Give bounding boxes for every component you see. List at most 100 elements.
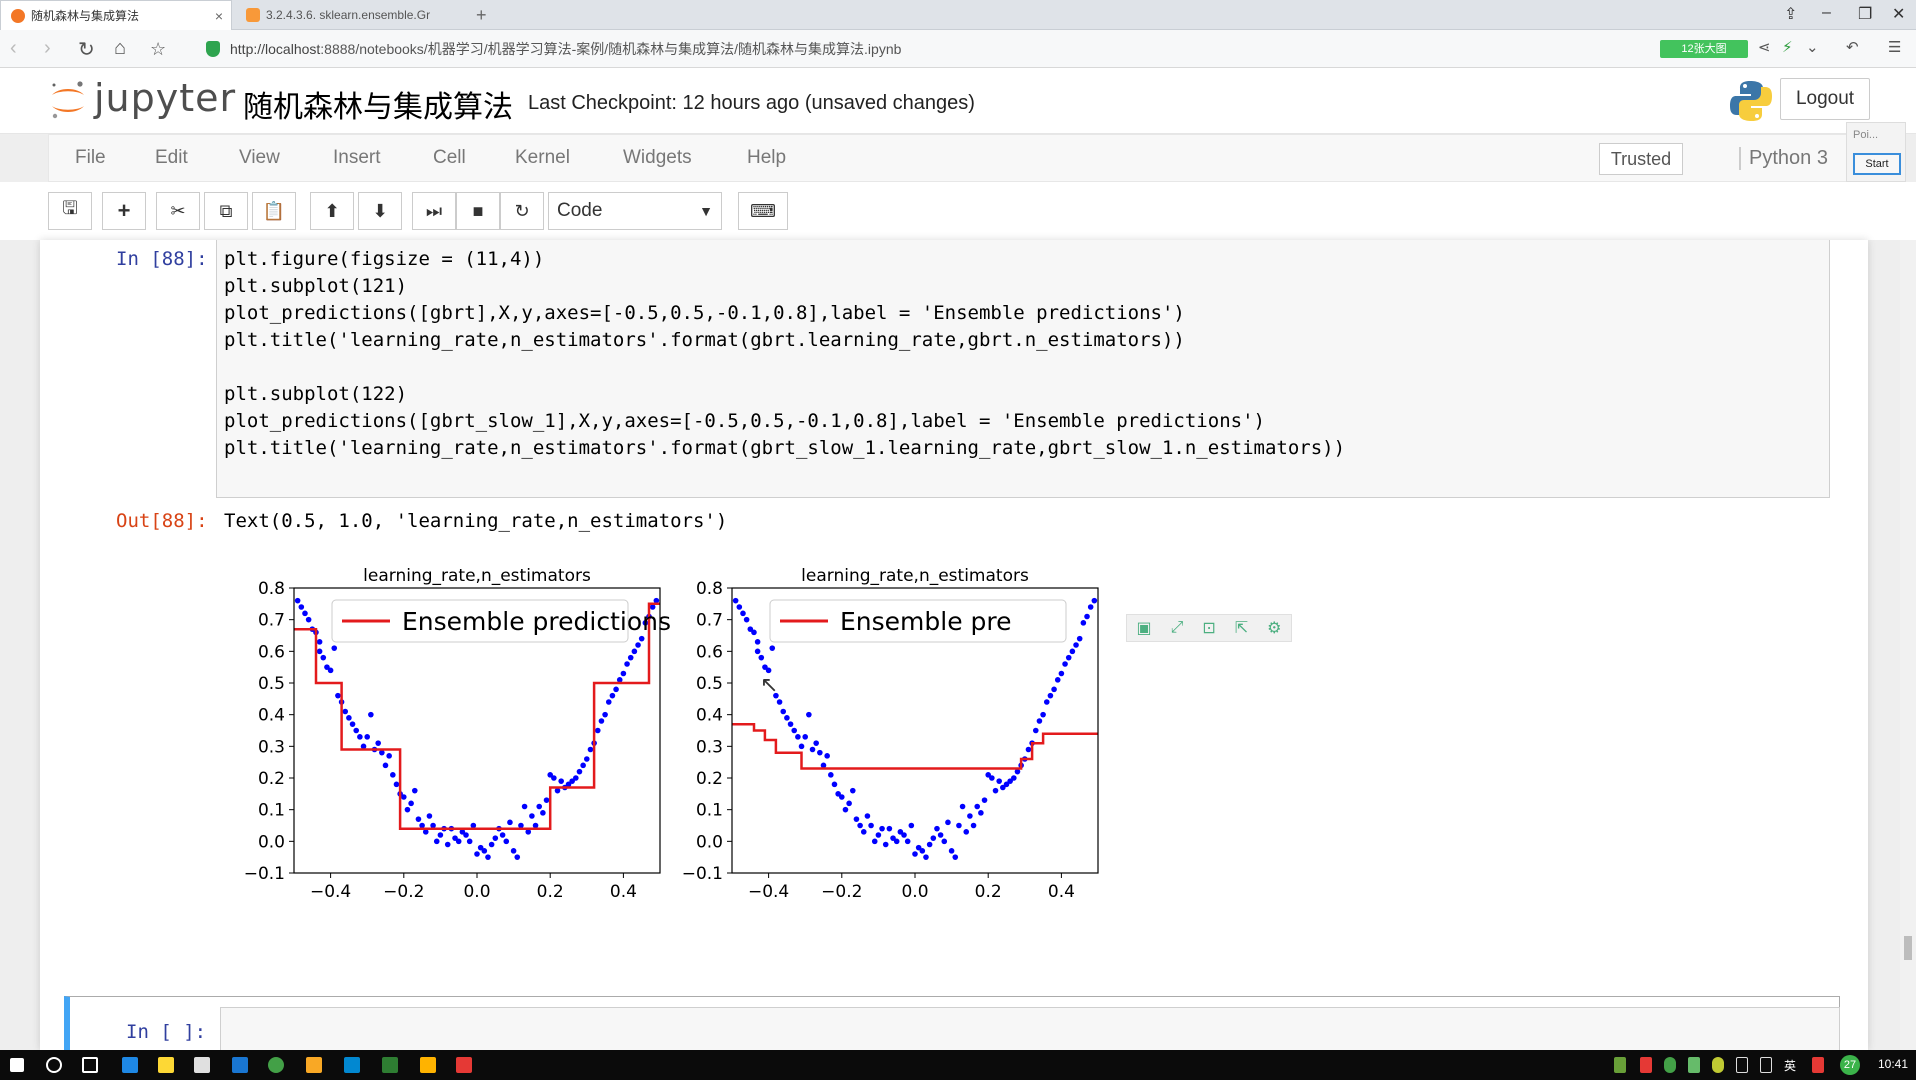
input-prompt: In [ ]: [126,1021,207,1043]
menu-widgets[interactable]: Widgets [623,147,692,169]
network-icon[interactable] [1736,1057,1748,1073]
menu-kernel[interactable]: Kernel [515,147,570,169]
start-button[interactable]: Start [1853,153,1901,175]
undo-icon[interactable]: ↶ [1846,38,1859,56]
app-icon[interactable] [456,1057,472,1073]
cell-type-select[interactable]: Code ▼ [548,192,722,230]
star-icon[interactable]: ☆ [150,39,166,60]
app-icon[interactable] [344,1057,360,1073]
data-point [1011,775,1017,781]
data-point [346,715,352,721]
tray-icon[interactable] [1688,1057,1700,1073]
tab-label: 3.2.4.3.6. sklearn.ensemble.Gr [266,8,431,22]
cut-button[interactable]: ✂ [156,192,200,230]
store-icon[interactable] [158,1057,174,1073]
data-point [510,848,517,854]
command-palette-button[interactable]: ⌨ [738,192,788,230]
menu-view[interactable]: View [239,147,280,169]
paste-button[interactable]: 📋 [252,192,296,230]
flash-icon[interactable]: ⚡ [1782,38,1793,56]
image-badge[interactable]: 12张大图 [1660,40,1748,58]
restart-button[interactable]: ↻ [500,192,544,230]
browser-tab-notebook[interactable]: 随机森林与集成算法 × [0,0,232,30]
move-up-button[interactable]: ⬆ [310,192,354,230]
menu-file[interactable]: File [75,147,106,169]
reload-icon[interactable]: ↻ [78,37,95,62]
sklearn-favicon-icon [246,8,260,22]
insert-cell-button[interactable]: + [102,192,146,230]
tray-icon[interactable] [1664,1057,1676,1073]
interrupt-button[interactable]: ■ [456,192,500,230]
data-point [904,838,911,845]
kernel-indicator[interactable]: Python 3 [1739,147,1828,170]
windows-start-icon[interactable] [10,1058,24,1072]
url-field[interactable]: http://localhost :8888/notebooks/机器学习/机器… [206,35,1656,63]
expand-icon[interactable]: ⤢ [1171,619,1184,637]
home-icon[interactable]: ⌂ [114,37,126,60]
data-point [401,794,407,800]
data-point [463,832,469,838]
tray-icon[interactable] [1712,1057,1724,1073]
menu-help[interactable]: Help [747,147,786,169]
url-host: http://localhost [230,41,321,57]
menu-edit[interactable]: Edit [155,147,188,169]
save-figure-icon[interactable]: ▣ [1136,618,1151,638]
y-tick-label: 0.8 [696,579,723,599]
data-point [846,800,852,807]
browser-app-icon[interactable] [268,1057,284,1073]
save-button[interactable]: 🖫 [48,192,92,230]
data-point [466,838,473,845]
page-scrollbar[interactable] [1900,240,1916,1050]
y-tick-label: 0.7 [696,611,723,631]
app-icon[interactable] [232,1057,248,1073]
scrollbar-thumb[interactable] [1904,936,1912,960]
share-icon[interactable]: ⋖ [1758,38,1771,56]
search-icon[interactable] [46,1057,62,1073]
pin-icon[interactable]: ⇪ [1784,4,1797,24]
minimize-icon[interactable]: – [1822,4,1831,22]
menu-insert[interactable]: Insert [333,147,381,169]
close-window-icon[interactable]: ✕ [1892,4,1905,24]
menu-icon[interactable]: ☰ [1888,38,1901,56]
new-tab-button[interactable]: + [466,0,497,30]
tray-icon[interactable] [1640,1057,1652,1073]
chevron-down-icon[interactable]: ⌄ [1806,38,1819,56]
browser-tab-sklearn[interactable]: 3.2.4.3.6. sklearn.ensemble.Gr [236,0,460,30]
app-icon[interactable] [420,1057,436,1073]
share-icon[interactable]: ⇱ [1235,618,1248,638]
back-icon[interactable]: ‹ [10,37,17,60]
settings-icon[interactable]: ⚙ [1267,618,1281,638]
edge-icon[interactable] [122,1057,138,1073]
data-point [382,762,389,769]
move-down-button[interactable]: ⬇ [358,192,402,230]
folder-icon[interactable] [306,1057,322,1073]
tray-icon[interactable] [1614,1057,1626,1073]
empty-code-cell[interactable]: In [ ]: [64,996,1840,1052]
code-line: plt.figure(figsize = (11,4)) [224,248,545,270]
code-input[interactable] [220,1007,1840,1051]
notebook-title[interactable]: 随机森林与集成算法 [243,82,513,126]
restore-icon[interactable]: ❐ [1858,4,1872,24]
volume-icon[interactable] [1760,1057,1772,1073]
code-line: plt.title('learning_rate,n_estimators'.f… [224,437,1346,459]
mail-icon[interactable] [194,1057,210,1073]
jupyter-wordmark[interactable]: jupyter [94,76,236,120]
notification-badge[interactable]: 27 [1840,1055,1860,1075]
copy-button[interactable]: ⧉ [204,192,248,230]
tray-icon[interactable] [1812,1057,1824,1073]
task-view-icon[interactable] [82,1057,98,1073]
menu-cell[interactable]: Cell [433,147,466,169]
close-tab-icon[interactable]: × [215,8,223,24]
x-tick-label: 0.0 [901,882,928,902]
app-icon[interactable] [382,1057,398,1073]
logout-button[interactable]: Logout [1780,78,1870,120]
code-cell-input[interactable] [216,240,1830,498]
jupyter-logo-icon[interactable] [46,78,90,122]
run-button[interactable]: ⏭ [412,192,456,230]
download-icon[interactable]: ⊡ [1202,618,1215,638]
data-point [576,768,583,775]
ime-icon[interactable]: 英 [1784,1057,1800,1073]
data-point [945,819,951,826]
trusted-indicator[interactable]: Trusted [1599,143,1683,175]
forward-icon[interactable]: › [44,37,51,60]
